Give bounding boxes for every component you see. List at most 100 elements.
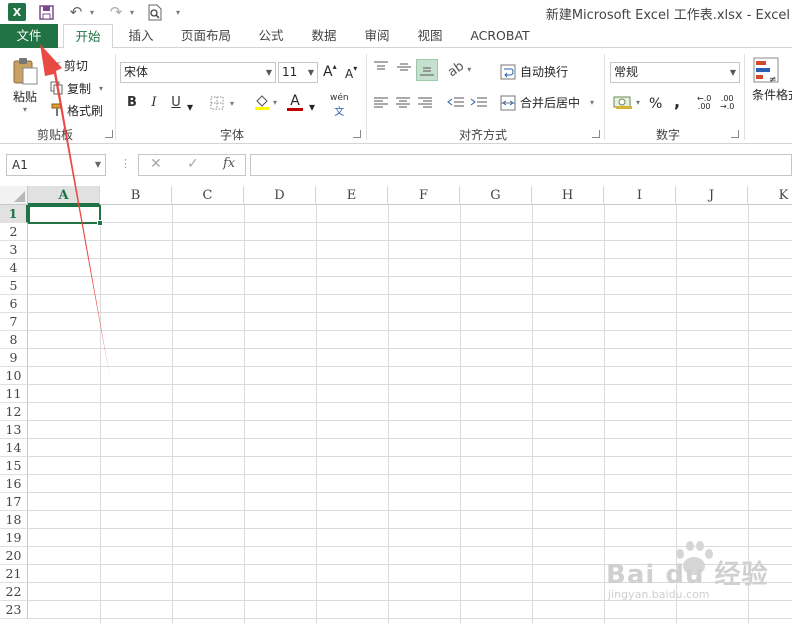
- underline-dropdown-icon[interactable]: ▾: [187, 100, 193, 114]
- paste-dropdown-icon[interactable]: ▾: [23, 105, 27, 114]
- conditional-format-button[interactable]: ≠ 条件格式: [752, 56, 792, 103]
- format-painter-button[interactable]: 格式刷: [50, 102, 103, 118]
- fill-color-button[interactable]: ▾: [254, 94, 277, 110]
- font-color-button[interactable]: A: [287, 94, 303, 111]
- tab-acrobat[interactable]: ACROBAT: [463, 24, 537, 48]
- row-header-19[interactable]: 19: [0, 529, 28, 547]
- copy-dropdown-icon[interactable]: ▾: [99, 84, 103, 93]
- tab-file[interactable]: 文件: [0, 24, 58, 48]
- row-header-13[interactable]: 13: [0, 421, 28, 439]
- tab-review[interactable]: 审阅: [356, 24, 398, 48]
- column-header-h[interactable]: H: [532, 186, 604, 205]
- merge-dropdown-icon[interactable]: ▾: [590, 98, 594, 107]
- row-header-11[interactable]: 11: [0, 385, 28, 403]
- grow-font-button[interactable]: A ▴: [323, 62, 337, 82]
- row-header-1[interactable]: 1: [0, 205, 28, 223]
- row-header-6[interactable]: 6: [0, 295, 28, 313]
- tab-insert[interactable]: 插入: [120, 24, 162, 48]
- row-header-23[interactable]: 23: [0, 601, 28, 619]
- column-header-g[interactable]: G: [460, 186, 532, 205]
- active-cell-a1[interactable]: [28, 205, 101, 224]
- borders-dropdown-icon[interactable]: ▾: [230, 99, 234, 108]
- font-color-dropdown-icon[interactable]: ▾: [309, 100, 315, 114]
- clipboard-launcher-icon[interactable]: [105, 130, 113, 138]
- redo-dropdown-icon[interactable]: ▾: [128, 3, 136, 21]
- row-header-4[interactable]: 4: [0, 259, 28, 277]
- copy-button[interactable]: 复制 ▾: [50, 80, 103, 96]
- row-header-5[interactable]: 5: [0, 277, 28, 295]
- cut-button[interactable]: ✂ 剪切: [50, 57, 88, 73]
- column-header-d[interactable]: D: [244, 186, 316, 205]
- align-top-button[interactable]: [373, 60, 389, 74]
- customize-qat-icon[interactable]: ▾: [174, 3, 182, 21]
- font-name-combo[interactable]: 宋体 ▼: [120, 62, 276, 83]
- number-format-combo[interactable]: 常规 ▼: [610, 62, 740, 83]
- comma-button[interactable]: ,: [674, 92, 680, 111]
- paste-button[interactable]: 粘贴 ▾: [8, 56, 42, 122]
- row-header-14[interactable]: 14: [0, 439, 28, 457]
- column-header-c[interactable]: C: [172, 186, 244, 205]
- row-header-8[interactable]: 8: [0, 331, 28, 349]
- align-right-button[interactable]: [417, 96, 433, 108]
- font-launcher-icon[interactable]: [353, 130, 361, 138]
- tab-formulas[interactable]: 公式: [250, 24, 292, 48]
- merge-center-button[interactable]: 合并后居中 ▾: [500, 94, 594, 111]
- orientation-button[interactable]: ab ▾: [445, 59, 471, 81]
- fill-color-dropdown-icon[interactable]: ▾: [273, 98, 277, 107]
- row-header-15[interactable]: 15: [0, 457, 28, 475]
- accounting-dropdown-icon[interactable]: ▾: [636, 98, 640, 107]
- align-middle-button[interactable]: [396, 60, 412, 74]
- accounting-format-button[interactable]: ▾: [613, 94, 640, 110]
- tab-view[interactable]: 视图: [409, 24, 451, 48]
- row-header-22[interactable]: 22: [0, 583, 28, 601]
- print-preview-icon[interactable]: [146, 3, 164, 21]
- row-header-17[interactable]: 17: [0, 493, 28, 511]
- align-center-button[interactable]: [395, 96, 411, 108]
- borders-button[interactable]: ▾: [210, 96, 234, 110]
- bold-button[interactable]: B: [126, 95, 138, 110]
- shrink-font-button[interactable]: A ▾: [345, 64, 357, 84]
- column-header-j[interactable]: J: [676, 186, 748, 205]
- undo-dropdown-icon[interactable]: ▾: [88, 3, 96, 21]
- fill-handle[interactable]: [97, 220, 103, 226]
- phonetic-button[interactable]: wén 文: [330, 93, 349, 118]
- column-header-f[interactable]: F: [388, 186, 460, 205]
- undo-icon[interactable]: ↶: [66, 3, 86, 21]
- row-header-12[interactable]: 12: [0, 403, 28, 421]
- row-header-7[interactable]: 7: [0, 313, 28, 331]
- column-header-i[interactable]: I: [604, 186, 676, 205]
- cancel-button[interactable]: ✕: [150, 156, 162, 172]
- font-size-combo[interactable]: 11 ▼: [278, 62, 318, 83]
- tab-data[interactable]: 数据: [303, 24, 345, 48]
- row-header-20[interactable]: 20: [0, 547, 28, 565]
- number-launcher-icon[interactable]: [731, 130, 739, 138]
- save-icon[interactable]: [38, 3, 54, 21]
- row-header-3[interactable]: 3: [0, 241, 28, 259]
- column-header-k[interactable]: K: [748, 186, 792, 205]
- column-header-b[interactable]: B: [100, 186, 172, 205]
- decrease-decimal-button[interactable]: .00 →.0: [720, 95, 734, 111]
- column-header-e[interactable]: E: [316, 186, 388, 205]
- enter-button[interactable]: ✓: [187, 156, 199, 172]
- insert-function-button[interactable]: fx: [223, 156, 235, 171]
- row-header-21[interactable]: 21: [0, 565, 28, 583]
- row-header-2[interactable]: 2: [0, 223, 28, 241]
- row-header-18[interactable]: 18: [0, 511, 28, 529]
- italic-button[interactable]: I: [148, 95, 160, 110]
- alignment-launcher-icon[interactable]: [592, 130, 600, 138]
- row-header-10[interactable]: 10: [0, 367, 28, 385]
- align-bottom-button[interactable]: [416, 59, 438, 81]
- row-header-16[interactable]: 16: [0, 475, 28, 493]
- row-header-9[interactable]: 9: [0, 349, 28, 367]
- increase-decimal-button[interactable]: ←.0.00: [697, 95, 711, 111]
- tab-home[interactable]: 开始: [63, 24, 113, 49]
- wrap-text-button[interactable]: 自动换行: [500, 63, 568, 80]
- underline-button[interactable]: U: [170, 95, 182, 110]
- column-header-a[interactable]: A: [28, 186, 100, 205]
- redo-icon[interactable]: ↷: [106, 3, 126, 21]
- decrease-indent-button[interactable]: [447, 96, 465, 108]
- select-all-corner[interactable]: [0, 186, 28, 205]
- name-box[interactable]: A1 ▼: [6, 154, 106, 176]
- formula-input[interactable]: [250, 154, 792, 176]
- orientation-dropdown-icon[interactable]: ▾: [467, 65, 471, 74]
